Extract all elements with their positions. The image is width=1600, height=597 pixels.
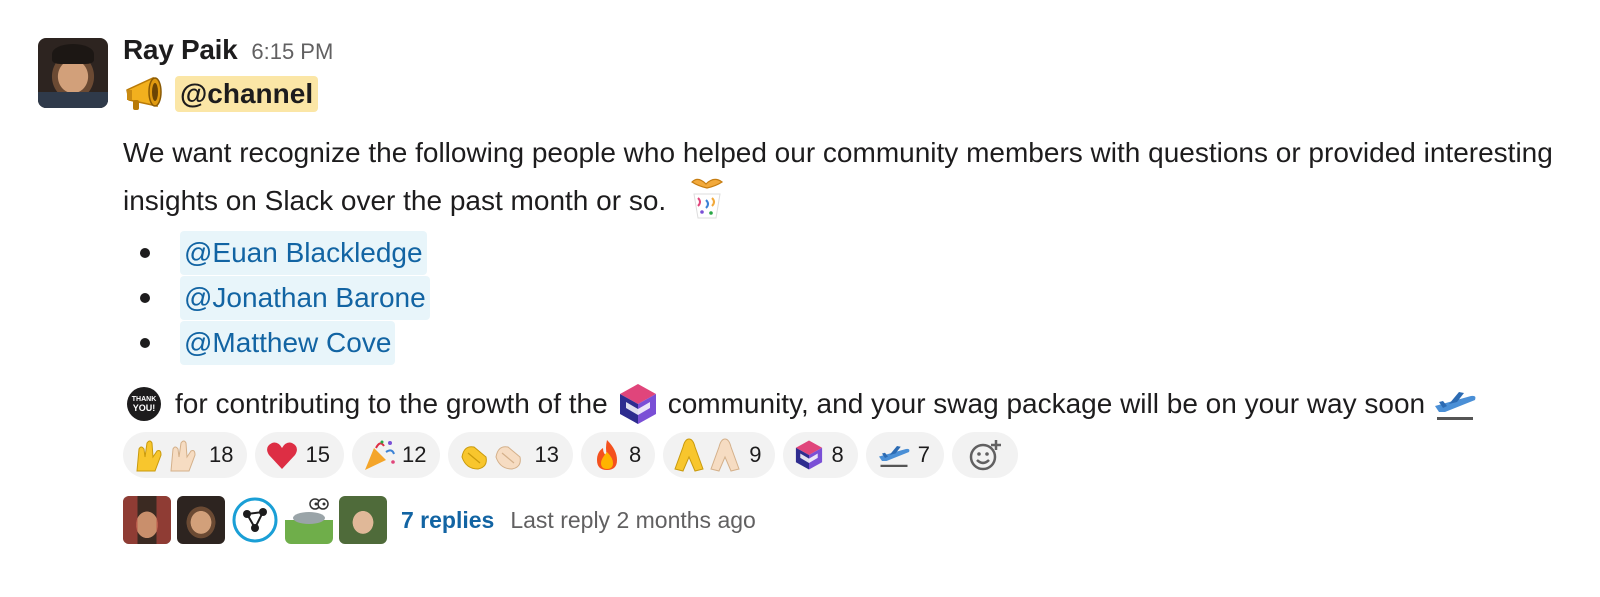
raised-hands-icon	[133, 437, 203, 473]
reply-avatar	[285, 496, 333, 544]
confetti-ball-icon	[691, 178, 723, 219]
reaction-count: 13	[534, 442, 559, 467]
reaction-party-popper[interactable]: 12	[351, 432, 441, 478]
reaction-count: 18	[209, 442, 234, 467]
message: Ray Paik 6:15 PM @channel We want recogn…	[0, 0, 1600, 597]
reaction-fire[interactable]: 8	[580, 432, 656, 478]
list-item: @Jonathan Barone	[123, 275, 430, 320]
airplane-icon	[876, 437, 912, 473]
announcement-line: @channel	[123, 74, 319, 114]
reaction-count: 8	[628, 442, 642, 467]
community-logo-icon	[619, 384, 656, 424]
thanks-text-pre: for contributing to the growth of the	[175, 388, 608, 419]
reaction-count: 9	[749, 442, 762, 467]
list-item: @Matthew Cove	[123, 320, 430, 365]
user-mention[interactable]: @Euan Blackledge	[180, 230, 427, 275]
thanks-line: THANK YOU! for contributing to the growt…	[123, 384, 1479, 424]
sender-name[interactable]: Ray Paik	[123, 34, 238, 66]
add-emoji-icon	[969, 440, 1001, 471]
reply-avatar	[177, 496, 225, 544]
svg-text:THANK: THANK	[132, 396, 157, 403]
thanks-text-post: community, and your swag package will be…	[667, 388, 1426, 419]
reaction-count: 12	[401, 442, 427, 467]
message-header: Ray Paik 6:15 PM	[123, 34, 333, 70]
list-item: @Euan Blackledge	[123, 230, 430, 275]
reply-avatar	[339, 496, 387, 544]
message-timestamp[interactable]: 6:15 PM	[251, 39, 333, 65]
bullet	[140, 292, 150, 303]
reaction-community-logo[interactable]: 8	[783, 432, 858, 478]
reaction-folded-hands[interactable]: 9	[663, 432, 776, 478]
replies-link[interactable]: 7 replies	[401, 507, 494, 534]
svg-text:YOU!: YOU!	[133, 403, 156, 413]
airplane-departure-icon	[1435, 392, 1476, 420]
bullet	[140, 337, 150, 348]
reply-avatar	[123, 496, 171, 544]
add-reaction-button[interactable]	[951, 432, 1018, 478]
reaction-count: 8	[831, 442, 844, 467]
reaction-airplane[interactable]: 7	[865, 432, 944, 478]
sender-avatar[interactable]	[38, 38, 108, 108]
thank-you-icon: THANK YOU!	[127, 387, 161, 421]
message-body: We want recognize the following people w…	[123, 132, 1583, 222]
community-logo-icon	[793, 437, 825, 473]
red-heart-icon	[265, 437, 299, 473]
megaphone-icon	[126, 76, 162, 110]
channel-mention[interactable]: @channel	[175, 76, 319, 112]
clapping-hands-icon	[458, 437, 528, 473]
reaction-count: 7	[917, 442, 930, 467]
party-popper-icon	[362, 437, 396, 473]
fire-icon	[591, 437, 623, 473]
folded-hands-icon	[673, 437, 743, 473]
user-mention[interactable]: @Matthew Cove	[180, 320, 396, 365]
reactions-bar: 18 15 12 13 8 9 8 7	[123, 432, 1026, 478]
bullet	[140, 247, 150, 258]
user-mention[interactable]: @Jonathan Barone	[180, 275, 430, 320]
reaction-count: 15	[305, 442, 330, 467]
reaction-red-heart[interactable]: 15	[255, 432, 344, 478]
reaction-raised-hands[interactable]: 18	[123, 432, 248, 478]
reaction-clapping-hands[interactable]: 13	[448, 432, 573, 478]
mention-list: @Euan Blackledge @Jonathan Barone @Matth…	[123, 230, 430, 365]
last-reply-text: Last reply 2 months ago	[510, 506, 756, 533]
thread-summary[interactable]: 7 replies Last reply 2 months ago	[123, 496, 756, 544]
message-body-text: We want recognize the following people w…	[123, 137, 1553, 216]
reply-avatar	[231, 496, 279, 544]
